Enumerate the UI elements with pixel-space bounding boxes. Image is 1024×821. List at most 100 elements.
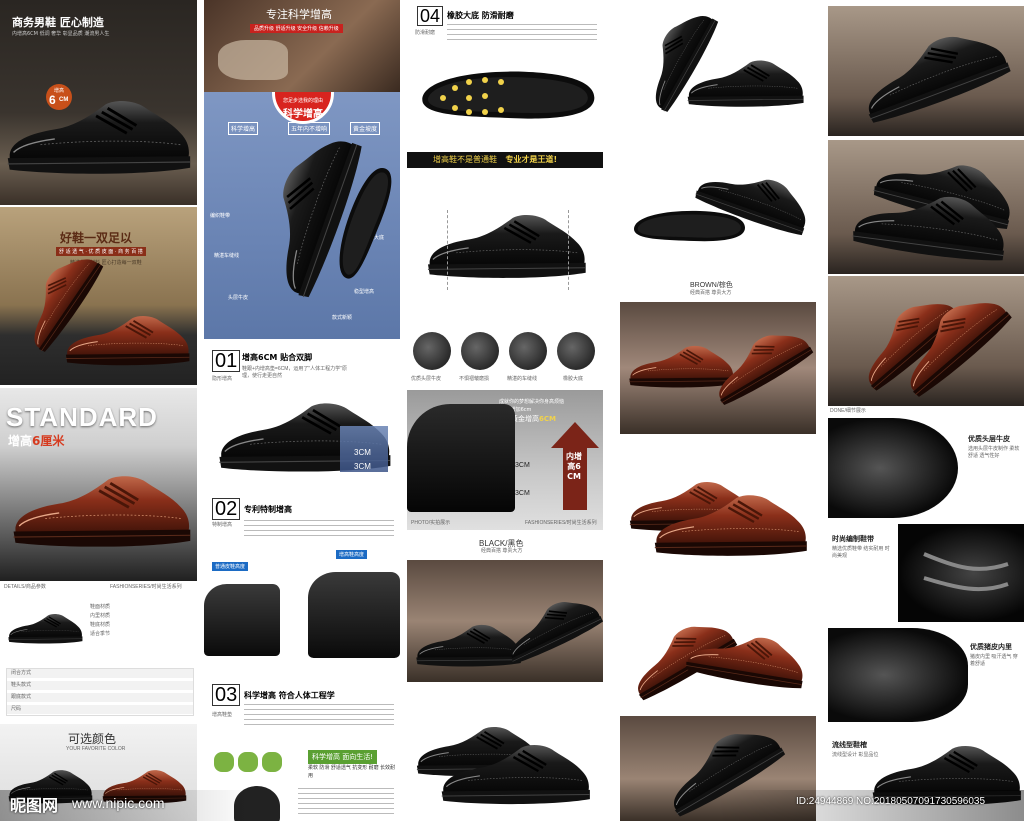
param-row: 内里材质 <box>90 613 111 619</box>
col2-panel-01: 01 增高6CM 贴合双脚 隐形增高 鞋跟+内增高垫=6CM，运用了"人体工程力… <box>204 344 400 484</box>
step-04-desc-lines <box>447 24 597 42</box>
step-03-title: 科学增高 符合人体工程学 <box>244 691 335 700</box>
param-row: 闭合方式 <box>11 670 32 676</box>
science-ribbon: 品质升级 舒适升级 安全升级 信赖升级 <box>250 24 343 33</box>
hero-title: 商务男鞋 匠心制造 <box>12 16 104 29</box>
params-header-right: FASHIONSERIES/时尚生活系列 <box>110 584 182 590</box>
anatomy-label-left: 头层牛皮 <box>228 295 249 301</box>
param-row: 鞋底材质 <box>90 622 111 628</box>
science-workbench <box>218 40 288 80</box>
chip: 防滑 <box>319 765 330 771</box>
colors-sub: YOUR FAVORITE COLOR <box>66 746 126 752</box>
structure-banner-right: 专业才是王道! <box>505 155 558 164</box>
params-grid: 闭合方式 鞋头款式 跟底款式 尺码 <box>6 668 194 716</box>
footprint-icon <box>214 752 234 772</box>
science-title: 专注科学增高 <box>266 8 332 21</box>
step-02-tag-b: 增高鞋高度 <box>336 550 368 559</box>
footprint-icon <box>238 752 258 772</box>
hero-black-shoe <box>2 88 194 188</box>
chip: 舒适透气 <box>330 765 351 771</box>
standard-sub-highlight: 6厘米 <box>32 434 65 448</box>
step-02-tag-a: 普通皮鞋高度 <box>212 562 249 571</box>
watermark-url: www.nipic.com <box>72 795 165 811</box>
step-01-icon-label: 隐形增高 <box>212 376 233 382</box>
params-header-left: DETAILS/商品参数 <box>4 584 46 590</box>
col1-panel-standard: STANDARD 增高6厘米 <box>0 388 197 581</box>
feature-1-photo <box>828 418 958 518</box>
detail-caption: 不惧褶皱磨损 <box>459 376 490 382</box>
hero-subtitle: 内增高6CM 低调 奢华 彰显品质 潮流男人生 <box>12 31 110 37</box>
anatomy-label-left: 精湛车缝线 <box>214 253 240 259</box>
brown-label: BROWN/棕色 <box>690 282 733 289</box>
structure-banner-left: 增高鞋不是普通鞋 <box>433 155 497 164</box>
param-row: 适合季节 <box>90 631 111 637</box>
col5-panel-1 <box>828 6 1024 136</box>
col1-panel-params: DETAILS/商品参数 FASHIONSERIES/时尚生活系列 鞋面材质 内… <box>0 582 197 722</box>
param-row: 尺码 <box>11 706 22 712</box>
step-03-icon-label: 增高鞋垫 <box>212 712 233 718</box>
col3-panel-insole: 成就你的梦想解决你身高烦恼 完美 增加6cm 黄金增高6CM 3CM 3CM 内… <box>407 390 603 530</box>
col5-panel-2 <box>828 140 1024 274</box>
chip: 抗变形 <box>352 765 368 771</box>
step-04-title: 橡胶大底 防滑耐磨 <box>447 11 514 20</box>
col2-panel-science: 专注科学增高 品质升级 舒适升级 安全升级 信赖升级 <box>204 0 400 92</box>
step-01-desc: 鞋跟+内增高垫=6CM，运用了"人体工程力学"原理，使行走更自然 <box>242 366 347 379</box>
structure-lines <box>447 210 569 290</box>
circle-top: 您足步选我的理由 <box>282 98 323 104</box>
col4-black-shoe-b <box>684 52 806 116</box>
col2-panel-anatomy: 您足步选我的理由 科学增高 科学增高 五年内不增响 黄金坡度 编织鞋带 精湛车缝… <box>204 92 400 339</box>
col4-brown-shoe-b <box>690 302 816 428</box>
col5-panel-3 <box>828 276 1024 406</box>
step-03-banner: 科学增高 面向生活! <box>308 750 378 764</box>
col5-feature-1: 优质头层牛皮 选用头层牛皮制作 柔软舒适 透气性好 <box>828 418 1024 520</box>
col2-panel-02: 02 专利特制增高 特制增高 普通皮鞋高度 增高鞋高度 <box>204 488 400 674</box>
col4-panel-4 <box>620 450 816 570</box>
brown-sub: 经典百搭 尊贵大方 <box>690 290 732 296</box>
col5-black-shoe-a <box>842 6 1023 136</box>
standard-brown-shoe <box>8 462 194 562</box>
col4-brown-shoe-d <box>650 486 810 566</box>
insole-footer-left: PHOTO/实拍展示 <box>411 520 451 526</box>
detail-thumb <box>557 332 595 370</box>
col3-panel-structure: 增高鞋不是普通鞋 专业才是王道! 优质头层牛皮 不惧褶皱磨损 精湛的车缝线 橡胶… <box>407 150 603 386</box>
param-row: 跟底款式 <box>11 694 32 700</box>
feature-3-desc: 猪皮内里 吸汗透气 穿着舒适 <box>970 654 1018 667</box>
col4-panel-3 <box>620 302 816 434</box>
insole-m1: 3CM <box>515 462 530 469</box>
footprint-icon <box>262 752 282 772</box>
lace-detail <box>923 552 1009 592</box>
feature-3-photo <box>828 628 968 722</box>
feature-2-title: 时尚编制鞋带 <box>832 535 874 543</box>
param-row: 鞋头款式 <box>11 682 32 688</box>
feature-3-title: 优质猪皮内里 <box>970 643 1012 651</box>
chip: 耐磨 <box>368 765 379 771</box>
step-02-title: 专利特制增高 <box>244 505 292 514</box>
detail-thumb <box>509 332 547 370</box>
detail-thumb <box>461 332 499 370</box>
feature-1-title: 优质头层牛皮 <box>968 435 1010 443</box>
anatomy-label-right: 款式新颖 <box>332 315 353 321</box>
step-01-m2: 3CM <box>354 462 371 471</box>
standard-sub: 增高6厘米 <box>8 432 64 449</box>
black-photo-1 <box>407 560 603 682</box>
structure-banner: 增高鞋不是普通鞋 专业才是王道! <box>407 152 603 168</box>
step-02-heel-raised <box>308 572 400 658</box>
sole-studs <box>440 77 504 115</box>
col4-panel-5 <box>620 598 816 710</box>
insole-line1: 成就你的梦想解决你身高烦恼 <box>499 399 565 405</box>
col1-panel-goodshoe: 好鞋一双足以 舒 适 透 气 · 优 质 皮 面 · 商 务 百 搭 精选优质材… <box>0 207 197 385</box>
goodshoe-brown-shoe <box>62 307 192 375</box>
feature-4-title: 流线型鞋榷 <box>832 741 867 749</box>
anatomy-tag: 黄金坡度 <box>350 122 381 135</box>
col5-feature-2: 时尚编制鞋带 精选优质鞋带 结实耐用 时尚美观 <box>828 524 1024 624</box>
col4-panel-2 <box>620 150 816 270</box>
step-04-icon-label: 防滑耐磨 <box>415 30 436 36</box>
circle-main: 科学增高 <box>283 109 323 120</box>
step-02-heel-normal <box>204 584 280 656</box>
colors-title: 可选颜色 <box>68 732 117 746</box>
insole-heel-cutaway <box>407 404 515 512</box>
watermark-logo: 昵图网 <box>10 796 59 815</box>
col3-panel-sole: 04 橡胶大底 防滑耐磨 防滑耐磨 <box>407 0 603 145</box>
col4-brown-shoe-f <box>680 618 813 701</box>
step-01-m1: 3CM <box>354 448 371 457</box>
